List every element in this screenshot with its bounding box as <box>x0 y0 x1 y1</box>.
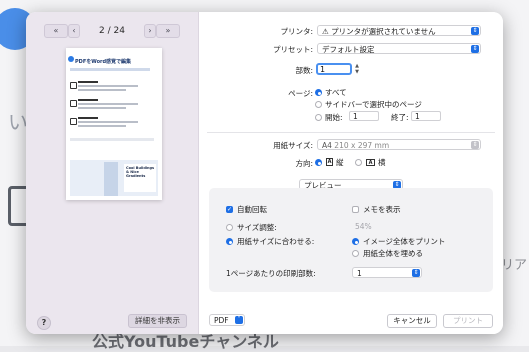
show-notes-label: メモを表示 <box>363 205 401 214</box>
copies-stepper[interactable]: ▲ ▼ <box>354 63 360 75</box>
landscape-radio[interactable] <box>355 159 362 166</box>
auto-rotate-checkbox[interactable]: ✓ <box>226 206 233 213</box>
pages-to-input[interactable]: 1 <box>411 111 441 121</box>
chevron-updown-icon: ⇕ <box>471 141 479 149</box>
scale-radio[interactable] <box>226 224 233 231</box>
last-page-button[interactable]: » <box>156 24 180 38</box>
print-entire-radio[interactable] <box>352 238 359 245</box>
pdf-menu-button[interactable]: PDF ˅ <box>209 314 245 326</box>
chevron-updown-icon: ⇕ <box>412 269 420 277</box>
preview-logo-icon <box>68 56 74 62</box>
paper-size-select[interactable]: A4 210 x 297 mm ⇕ <box>317 139 481 150</box>
page-preview: PDFをWord感覚で編集 Cool Buildings & Nice Grad… <box>66 48 162 200</box>
pages-from-label: 開始: <box>325 113 343 122</box>
copies-label: 部数: <box>295 66 313 75</box>
pages-sidebar-radio[interactable] <box>315 101 322 108</box>
dialog-footer: PDF ˅ キャンセル プリント <box>199 308 503 334</box>
orientation-label: 方向: <box>295 159 313 168</box>
printer-select[interactable]: ⚠ プリンタが選択されていません ⇕ <box>317 25 481 36</box>
chevron-updown-icon: ⇕ <box>471 27 479 35</box>
divider <box>207 132 495 133</box>
preview-options-panel: ✓ 自動回転 メモを表示 サイズ調整: 54% 用紙サイズに合わせる: イメージ… <box>209 188 493 292</box>
print-dialog: « 2 / 24 » ‹ › PDFをWord感覚で編集 Cool Buildin… <box>26 12 503 334</box>
pages-per-sheet-value: 1 <box>357 269 362 278</box>
scale-value[interactable]: 54% <box>355 222 372 231</box>
pages-sidebar-label: サイドバーで選択中のページ <box>325 100 422 109</box>
portrait-icon: A <box>326 158 333 166</box>
fill-paper-radio[interactable] <box>352 250 359 257</box>
prev-page-button[interactable]: ‹ <box>68 24 80 38</box>
portrait-label: 縦 <box>336 158 344 167</box>
preset-select[interactable]: デフォルト設定 ⇕ <box>317 43 481 54</box>
pages-per-sheet-label: 1ページあたりの印刷部数: <box>226 269 316 278</box>
pages-per-sheet-select[interactable]: 1 ⇕ <box>352 267 422 278</box>
paper-size-label: 用紙サイズ: <box>273 141 313 150</box>
fit-label: 用紙サイズに合わせる: <box>237 237 315 246</box>
preview-row <box>70 98 154 114</box>
preview-card-text: Cool Buildings & Nice Gradients <box>126 166 155 178</box>
copies-input[interactable]: 1 <box>316 63 352 75</box>
pages-all-radio[interactable] <box>315 89 322 96</box>
landscape-icon: A <box>366 159 375 166</box>
next-page-button[interactable]: › <box>144 24 156 38</box>
page-navigation: « 2 / 24 » ‹ › <box>44 24 180 38</box>
pages-to-label: 終了: <box>391 113 409 122</box>
print-button[interactable]: プリント <box>443 314 493 328</box>
auto-rotate-label: 自動回転 <box>237 205 267 214</box>
preview-sidebar: « 2 / 24 » ‹ › PDFをWord感覚で編集 Cool Buildin… <box>26 12 199 334</box>
fit-radio[interactable] <box>226 238 233 245</box>
preset-value: デフォルト設定 <box>322 45 375 54</box>
first-page-button[interactable]: « <box>44 24 68 38</box>
preview-image: Cool Buildings & Nice Gradients <box>70 160 158 196</box>
pages-from-input[interactable]: 1 <box>349 111 379 121</box>
show-notes-checkbox[interactable] <box>352 206 359 213</box>
printer-label: プリンタ: <box>280 27 313 36</box>
cancel-button[interactable]: キャンセル <box>387 314 437 328</box>
chevron-updown-icon: ⇕ <box>471 45 479 53</box>
fill-paper-label: 用紙全体を埋める <box>363 249 423 258</box>
preset-label: プリセット: <box>272 45 313 54</box>
help-button[interactable]: ? <box>37 316 51 330</box>
paper-dimensions: 210 x 297 mm <box>334 141 390 150</box>
settings-panel: プリンタ: ⚠ プリンタが選択されていません ⇕ プリセット: デフォルト設定 … <box>199 12 503 334</box>
portrait-radio[interactable] <box>315 159 322 166</box>
preview-row <box>70 116 154 132</box>
chevron-down-icon: ˅ <box>235 316 243 324</box>
printer-value: プリンタが選択されていません <box>331 27 436 36</box>
pages-range-radio[interactable] <box>315 114 322 121</box>
pages-label: ページ: <box>288 89 313 98</box>
page-indicator: 2 / 24 <box>99 26 125 36</box>
pages-all-label: すべて <box>325 88 347 97</box>
hide-details-button[interactable]: 詳細を非表示 <box>128 314 187 328</box>
pdf-label: PDF <box>214 316 229 325</box>
paper-size-value: A4 <box>322 141 332 150</box>
warning-icon: ⚠ <box>322 27 332 36</box>
background-text-left: い <box>8 110 28 134</box>
preview-subtitle-line <box>70 68 150 71</box>
preview-divider <box>70 138 154 141</box>
landscape-label: 横 <box>378 158 386 167</box>
background-text-right: リア <box>500 258 527 273</box>
scale-label: サイズ調整: <box>237 223 277 232</box>
preview-title: PDFをWord感覚で編集 <box>75 59 132 65</box>
preview-row <box>70 80 154 96</box>
print-entire-label: イメージ全体をプリント <box>363 237 446 246</box>
